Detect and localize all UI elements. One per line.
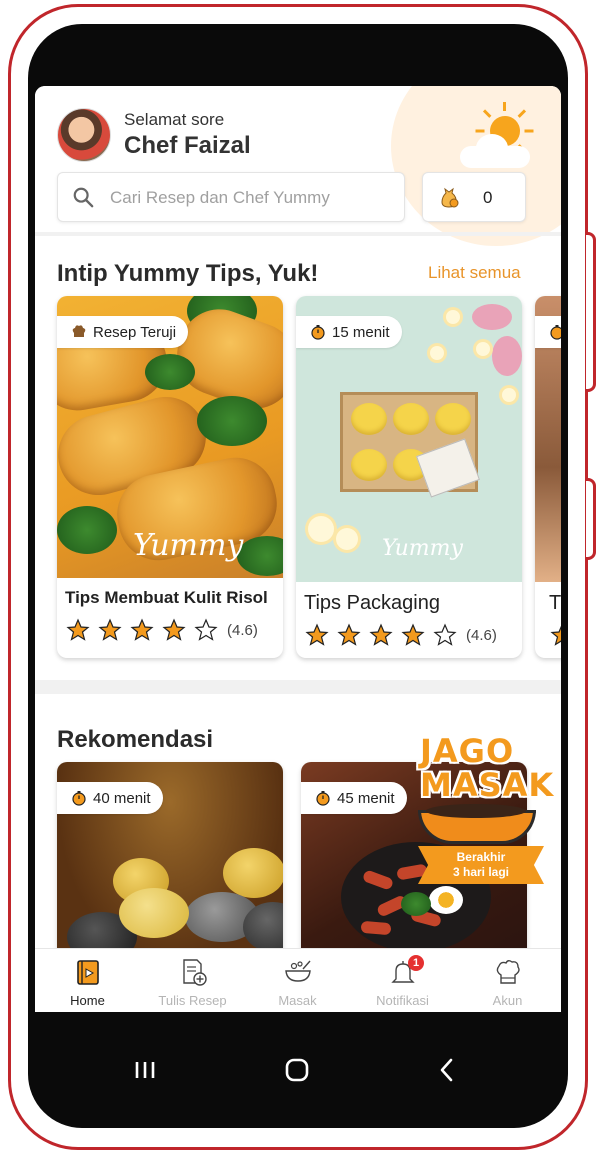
greeting-text: Selamat sore	[124, 110, 225, 129]
nav-label: Masak	[278, 993, 317, 1008]
recommendation-section-title: Rekomendasi	[57, 726, 214, 753]
search-input[interactable]: Cari Resep dan Chef Yummy	[57, 172, 405, 222]
nav-notifications[interactable]: 1 Notifikasi	[350, 949, 455, 1012]
coin-count: 0	[483, 188, 493, 207]
promo-title: JAGO MASAK	[420, 734, 554, 802]
tip-card[interactable]: Yummy Resep Teruji Tips Membuat Kulit Ri…	[57, 296, 283, 658]
rating-stars: (4.6)	[304, 623, 497, 647]
nav-account[interactable]: Akun	[455, 949, 560, 1012]
cloud-icon	[460, 134, 530, 168]
home-button-icon[interactable]	[281, 1054, 313, 1086]
badge-duration	[535, 316, 561, 348]
timer-icon	[550, 325, 561, 340]
chef-hat-icon	[496, 960, 520, 984]
sun-icon	[460, 102, 550, 168]
badge-label: 40 menit	[93, 789, 151, 807]
section-divider	[35, 680, 561, 694]
coin-bag-icon	[441, 187, 459, 208]
volume-button	[586, 232, 596, 392]
rating-stars	[549, 623, 561, 647]
recipe-card[interactable]: 40 menit	[57, 762, 283, 962]
promo-ribbon: Berakhir 3 hari lagi	[418, 846, 544, 884]
divider	[35, 232, 561, 236]
star-filled-icon	[98, 618, 122, 641]
nav-write-recipe[interactable]: Tulis Resep	[140, 949, 245, 1012]
recent-apps-icon[interactable]	[133, 1054, 157, 1086]
star-filled-icon	[162, 618, 186, 641]
rating-value: (4.6)	[227, 621, 258, 639]
tip-card[interactable]: Yummy 15 menit Tips Packaging (4.6)	[296, 296, 522, 658]
search-placeholder: Cari Resep dan Chef Yummy	[110, 188, 330, 207]
star-filled-icon	[305, 623, 329, 646]
timer-icon	[316, 791, 330, 806]
badge-label: Resep Teruji	[93, 323, 177, 341]
tips-section-title: Intip Yummy Tips, Yuk!	[57, 260, 319, 287]
app-screen: Selamat sore Chef Faizal Cari Resep dan …	[35, 86, 561, 1012]
nav-home[interactable]: Home	[35, 949, 140, 1012]
badge-label: 45 menit	[337, 789, 395, 807]
star-filled-icon	[550, 625, 561, 646]
nav-label: Tulis Resep	[158, 993, 227, 1008]
power-button	[586, 478, 596, 560]
badge-duration: 40 menit	[57, 782, 163, 814]
nav-cook[interactable]: Masak	[245, 949, 350, 1012]
badge-tested-recipe: Resep Teruji	[57, 316, 189, 348]
write-recipe-icon	[183, 959, 207, 986]
ribbon-line1: Berakhir	[456, 850, 506, 864]
badge-duration: 45 menit	[301, 782, 407, 814]
home-book-icon	[77, 960, 99, 985]
tip-card[interactable]: T	[535, 296, 561, 658]
badge-label: 15 menit	[332, 323, 390, 341]
star-filled-icon	[401, 623, 425, 646]
tip-card-title: T	[549, 592, 561, 614]
yummy-watermark: Yummy	[133, 528, 244, 563]
badge-duration: 15 menit	[296, 316, 402, 348]
tip-card-title: Tips Membuat Kulit Risol	[65, 588, 268, 607]
notification-count-badge: 1	[408, 955, 424, 971]
star-filled-icon	[337, 623, 361, 646]
coin-balance-button[interactable]: 0	[422, 172, 526, 222]
star-empty-icon	[433, 623, 457, 646]
user-name: Chef Faizal	[124, 132, 251, 159]
star-filled-icon	[66, 618, 90, 641]
promo-title-line1: JAGO	[420, 732, 515, 770]
chef-hat-icon	[72, 325, 86, 337]
star-filled-icon	[130, 618, 154, 641]
back-icon[interactable]	[435, 1054, 459, 1086]
see-all-link[interactable]: Lihat semua	[428, 263, 521, 283]
yummy-watermark: Yummy	[382, 536, 463, 561]
jago-masak-promo[interactable]: JAGO MASAK Berakhir 3 hari lagi	[412, 734, 554, 904]
search-icon	[73, 187, 94, 208]
system-navigation-bar	[35, 1012, 561, 1128]
avatar[interactable]	[57, 108, 111, 162]
promo-title-line2: MASAK	[420, 766, 555, 804]
timer-icon	[311, 325, 325, 340]
wok-food	[426, 804, 526, 818]
ribbon-line2: 3 hari lagi	[452, 865, 510, 879]
nav-label: Akun	[492, 993, 523, 1008]
rating-stars: (4.6)	[65, 618, 258, 642]
bottom-navigation: Home Tulis Resep Masak 1 Notifikasi Akun	[35, 948, 561, 1012]
star-empty-icon	[194, 618, 218, 641]
cooking-pot-icon	[285, 960, 311, 982]
tip-card-title: Tips Packaging	[304, 592, 440, 614]
nav-label: Home	[70, 993, 105, 1008]
rating-value: (4.6)	[466, 626, 497, 644]
star-filled-icon	[369, 623, 393, 646]
timer-icon	[72, 791, 86, 806]
nav-label: Notifikasi	[376, 993, 429, 1008]
header: Selamat sore Chef Faizal Cari Resep dan …	[35, 86, 561, 246]
